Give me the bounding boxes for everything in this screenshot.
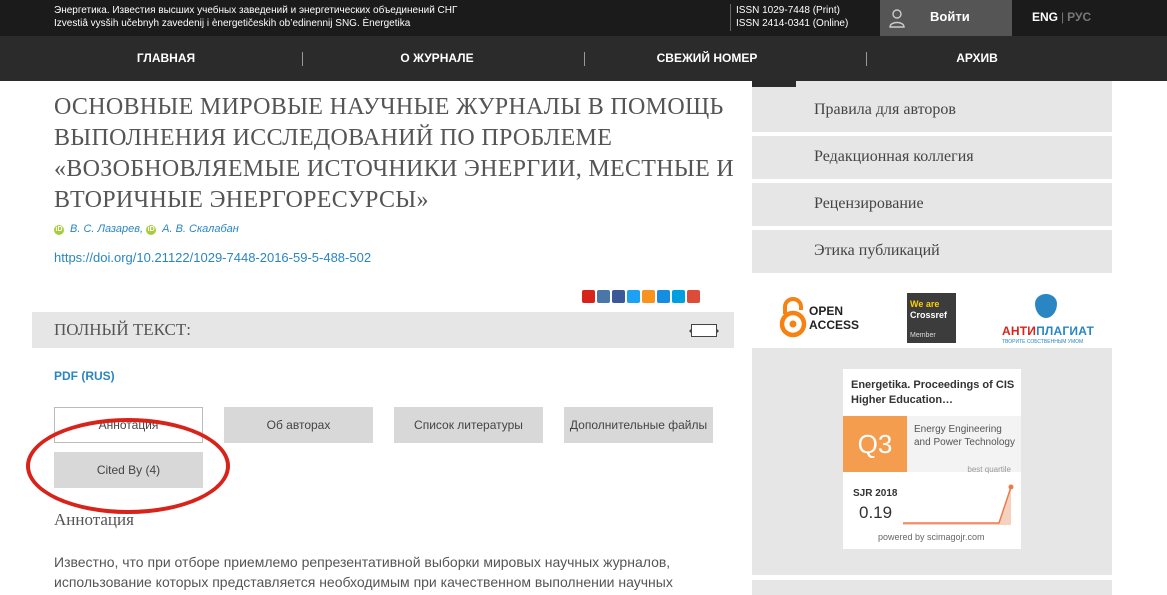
main-nav: ГЛАВНАЯ О ЖУРНАЛЕ СВЕЖИЙ НОМЕР АРХИВ <box>0 36 1167 81</box>
open-access-line: ACCESS <box>809 318 860 332</box>
orcid-icon[interactable]: iD <box>54 225 64 235</box>
tab-supplementary[interactable]: Дополнительные файлы <box>564 407 713 443</box>
sjr-category: Energy Engineering and Power Technology <box>914 424 1015 448</box>
crossref-member: Member <box>910 332 936 339</box>
expand-toggle-icon[interactable] <box>689 324 719 337</box>
author-separator: , <box>140 223 144 235</box>
antiplagiat-logo[interactable]: АНТИПЛАГИАТ ТВОРИТЕ СОБСТВЕННЫМ УМОМ <box>1002 294 1094 345</box>
sidebar-next-widget <box>752 580 1112 595</box>
sjr-category-box: Energy Engineering and Power Technology <box>907 416 1021 472</box>
divider <box>730 4 731 31</box>
nav-item-current[interactable]: СВЕЖИЙ НОМЕР <box>587 36 827 81</box>
sidebar-item-author-guidelines[interactable]: Правила для авторов <box>752 89 1112 132</box>
sidebar-item-publication-ethics[interactable]: Этика публикаций <box>752 230 1112 273</box>
moi-mir-icon[interactable] <box>657 290 670 303</box>
partner-logos: OPEN ACCESS We are Crossref Member АНТИП… <box>752 290 1112 346</box>
article-title: ОСНОВНЫЕ МИРОВЫЕ НАУЧНЫЕ ЖУРНАЛЫ В ПОМОЩ… <box>54 94 734 213</box>
open-access-line: OPEN <box>809 304 844 318</box>
google-plus-icon[interactable] <box>687 290 700 303</box>
crossref-logo[interactable]: We are Crossref Member <box>907 293 956 343</box>
user-icon <box>889 9 905 28</box>
sidebar-item-peer-review[interactable]: Рецензирование <box>752 183 1112 226</box>
sidebar-item-label: Этика публикаций <box>814 242 940 259</box>
fulltext-label: ПОЛНЫЙ ТЕКСТ: <box>54 320 191 339</box>
crossref-line: We are <box>910 299 940 309</box>
antiplagiat-name-a: АНТИ <box>1002 324 1037 338</box>
tab-abstract[interactable]: Аннотация <box>54 407 203 443</box>
open-access-label: OPEN ACCESS <box>809 304 859 332</box>
abstract-text: Известно, что при отборе приемлемо репре… <box>54 554 673 590</box>
sjr-powered-by: powered by scimagojr.com <box>878 532 985 542</box>
tab-authors[interactable]: Об авторах <box>224 407 373 443</box>
crossref-line: Crossref <box>910 310 948 320</box>
twitter-icon[interactable] <box>627 290 640 303</box>
vk-icon[interactable] <box>597 290 610 303</box>
mail-ru-icon[interactable] <box>582 290 595 303</box>
antiplagiat-tagline: ТВОРИТЕ СОБСТВЕННЫМ УМОМ <box>1002 339 1084 345</box>
author-link[interactable]: А. В. Скалабан <box>162 223 239 235</box>
abstract-heading: Аннотация <box>54 510 134 529</box>
journal-name-translit: Izvestiâ vysših učebnyh zavedenij i èner… <box>54 18 411 29</box>
odnoklassniki-icon[interactable] <box>642 290 655 303</box>
sjr-year-label: SJR 2018 <box>853 488 898 499</box>
language-switch: ENG | РУС <box>1032 10 1091 24</box>
fulltext-bar: ПОЛНЫЙ ТЕКСТ: <box>32 312 734 348</box>
tab-cited-by[interactable]: Cited By (4) <box>54 452 203 488</box>
antiplagiat-name-b: ПЛАГИАТ <box>1036 324 1095 338</box>
nav-divider <box>584 52 585 66</box>
lang-separator: | <box>1061 10 1065 24</box>
sjr-journal-name: Energetika. Proceedings of CIS Higher Ed… <box>851 379 1015 406</box>
facebook-icon[interactable] <box>612 290 625 303</box>
share-icons <box>582 290 702 304</box>
sidebar-item-editorial-board[interactable]: Редакционная коллегия <box>752 136 1112 179</box>
lang-eng-link[interactable]: ENG <box>1032 10 1058 24</box>
sidebar-item-label: Редакционная коллегия <box>814 148 974 165</box>
antiplagiat-name: АНТИПЛАГИАТ <box>1002 324 1094 338</box>
nav-item-home[interactable]: ГЛАВНАЯ <box>46 36 286 81</box>
journal-name-ru: Энергетика. Известия высших учебных заве… <box>54 5 458 16</box>
sjr-sparkline <box>903 484 1014 525</box>
sidebar-tab-indicator <box>752 81 796 87</box>
author-link[interactable]: В. С. Лазарев <box>70 223 140 235</box>
nav-item-archive[interactable]: АРХИВ <box>857 36 1097 81</box>
sidebar-item-label: Правила для авторов <box>814 101 956 118</box>
login-button[interactable]: Войти <box>880 0 1012 36</box>
issn-print: ISSN 1029-7448 (Print) <box>736 5 840 16</box>
orcid-icon[interactable]: iD <box>146 225 157 235</box>
pdf-link[interactable]: PDF (RUS) <box>54 369 115 383</box>
sjr-best-quartile-label: best quartile <box>967 465 1011 474</box>
sjr-value: 0.19 <box>859 503 893 522</box>
lang-rus-link[interactable]: РУС <box>1067 10 1091 24</box>
top-bar: Энергетика. Известия высших учебных заве… <box>0 0 1167 36</box>
sparkline-point <box>1008 484 1014 490</box>
issn-block: ISSN 1029-7448 (Print) ISSN 2414-0341 (O… <box>736 4 848 30</box>
login-label: Войти <box>930 9 970 24</box>
shield-icon <box>1035 294 1057 318</box>
sidebar-item-label: Рецензирование <box>814 195 924 212</box>
sjr-widget[interactable]: Energetika. Proceedings of CIS Higher Ed… <box>843 369 1021 549</box>
tab-references[interactable]: Список литературы <box>394 407 543 443</box>
sidebar-top <box>752 81 1112 89</box>
nav-divider <box>302 52 303 66</box>
doi-link[interactable]: https://doi.org/10.21122/1029-7448-2016-… <box>54 250 371 265</box>
sjr-quartile: Q3 <box>843 416 907 472</box>
livejournal-icon[interactable] <box>672 290 685 303</box>
open-access-icon[interactable] <box>778 296 808 338</box>
authors: iD В. С. Лазарев, iD А. В. Скалабан <box>54 223 239 235</box>
nav-item-about[interactable]: О ЖУРНАЛЕ <box>317 36 557 81</box>
issn-online: ISSN 2414-0341 (Online) <box>736 18 849 29</box>
journal-name: Энергетика. Известия высших учебных заве… <box>54 4 457 30</box>
